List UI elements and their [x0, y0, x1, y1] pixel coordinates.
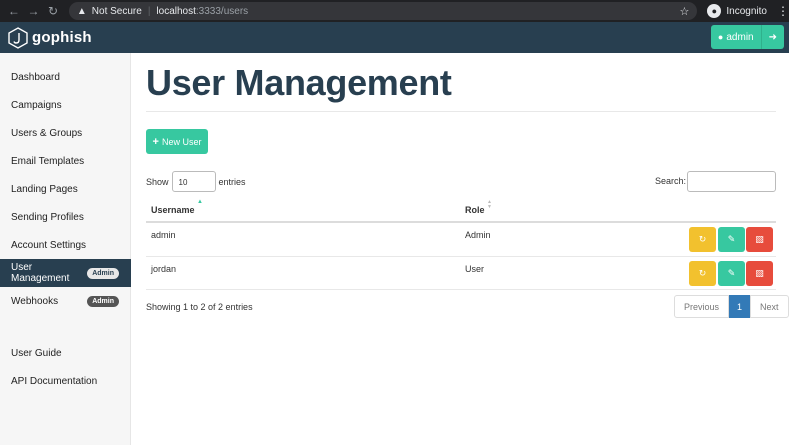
edit-user-button[interactable]: ✎ — [718, 261, 745, 286]
sidebar-item-label: Sending Profiles — [11, 211, 84, 223]
hexagon-logo-icon — [8, 26, 28, 49]
address-bar[interactable]: ▲ Not Secure | localhost :3333/users ☆ — [68, 2, 698, 20]
table-bottom-divider — [146, 289, 776, 290]
sidebar-item-account-settings[interactable]: Account Settings — [0, 231, 131, 259]
column-header-username[interactable]: Username — [151, 205, 195, 215]
sidebar-item-label: Dashboard — [11, 71, 60, 83]
admin-badge: Admin — [87, 267, 119, 279]
trash-icon: ▧ — [755, 268, 764, 278]
pencil-icon: ✎ — [727, 234, 736, 244]
sign-out-icon: ➜ — [768, 31, 777, 43]
table-row-divider — [146, 256, 776, 257]
browser-menu-icon[interactable]: ⋮ — [777, 4, 789, 18]
show-label: Show — [146, 176, 169, 187]
sidebar-item-api-documentation[interactable]: API Documentation — [0, 367, 131, 395]
plus-icon: + — [152, 135, 159, 148]
sidebar-item-label: User Guide — [11, 347, 62, 359]
sidebar-item-campaigns[interactable]: Campaigns — [0, 91, 131, 119]
pagination-page-1[interactable]: 1 — [729, 295, 751, 318]
column-header-role[interactable]: Role — [465, 205, 485, 215]
brand-name: gophish — [32, 29, 92, 46]
refresh-icon: ↻ — [698, 268, 707, 278]
sidebar-item-label: Email Templates — [11, 155, 85, 167]
delete-user-button[interactable]: ▧ — [746, 227, 773, 252]
search-input[interactable] — [687, 171, 776, 192]
search-label: Search: — [655, 176, 687, 186]
incognito-icon: ● — [707, 4, 722, 18]
sidebar-item-user-management[interactable]: User Management Admin — [0, 259, 131, 287]
logout-button[interactable]: ➜ — [761, 25, 784, 49]
pencil-icon: ✎ — [727, 268, 736, 278]
entries-label: entries — [218, 176, 246, 187]
sidebar-item-label: Campaigns — [11, 99, 62, 111]
warning-triangle-icon: ▲ — [76, 5, 87, 17]
sidebar-item-label: API Documentation — [11, 375, 98, 387]
previous-label: Previous — [684, 301, 720, 312]
sidebar-item-label: Landing Pages — [11, 183, 78, 195]
new-user-label: New User — [161, 136, 202, 147]
browser-toolbar: ← → ↻ ▲ Not Secure | localhost :3333/use… — [0, 0, 789, 22]
table-cell-role: User — [465, 264, 485, 274]
account-controls: ● admin ➜ — [710, 25, 784, 49]
sort-both-icon: ▲ ▼ — [487, 199, 492, 210]
entries-select[interactable]: 10 — [171, 171, 216, 192]
delete-user-button[interactable]: ▧ — [746, 261, 773, 286]
sidebar-item-dashboard[interactable]: Dashboard — [0, 63, 131, 91]
current-page-number: 1 — [737, 301, 743, 312]
user-icon: ● — [717, 32, 724, 42]
sidebar-item-email-templates[interactable]: Email Templates — [0, 147, 131, 175]
sidebar: Dashboard Campaigns Users & Groups Email… — [0, 53, 131, 445]
table-header-divider — [146, 221, 776, 223]
admin-badge: Admin — [87, 295, 119, 307]
page-title: User Management — [146, 62, 452, 103]
table-cell-username: admin — [151, 230, 176, 240]
incognito-label: Incognito — [726, 5, 767, 17]
entries-value: 10 — [178, 178, 188, 187]
security-status: Not Secure — [91, 5, 142, 17]
next-label: Next — [760, 301, 779, 312]
pagination-next-button[interactable]: Next — [750, 295, 789, 318]
reset-password-button[interactable]: ↻ — [689, 261, 716, 286]
entries-length-control: Show 10 entries — [146, 171, 246, 192]
pagination-previous-button[interactable]: Previous — [674, 295, 730, 318]
gophish-logo[interactable]: gophish — [8, 26, 92, 49]
sidebar-item-landing-pages[interactable]: Landing Pages — [0, 175, 131, 203]
account-button[interactable]: ● admin — [710, 25, 762, 49]
table-info: Showing 1 to 2 of 2 entries — [146, 302, 253, 312]
pagination: Previous 1 Next — [674, 295, 789, 318]
sidebar-item-label: User Management — [11, 262, 70, 284]
url-separator: | — [147, 5, 151, 17]
app-header: gophish ● admin ➜ — [0, 22, 789, 53]
reset-password-button[interactable]: ↻ — [689, 227, 716, 252]
sidebar-item-label: Users & Groups — [11, 127, 83, 139]
refresh-icon: ↻ — [698, 234, 707, 244]
sidebar-item-user-guide[interactable]: User Guide — [0, 339, 131, 367]
url-path: :3333/users — [195, 5, 249, 17]
reload-icon[interactable]: ↻ — [43, 0, 63, 22]
bookmark-star-icon[interactable]: ☆ — [680, 5, 690, 18]
new-user-button[interactable]: + New User — [146, 129, 208, 154]
table-cell-username: jordan — [151, 264, 177, 274]
edit-user-button[interactable]: ✎ — [718, 227, 745, 252]
sidebar-item-label: Account Settings — [11, 239, 87, 251]
forward-arrow-icon[interactable]: → — [24, 0, 44, 22]
account-username: admin — [726, 31, 754, 43]
sort-ascending-icon: ▲ — [197, 199, 203, 205]
sidebar-item-webhooks[interactable]: Webhooks Admin — [0, 287, 131, 315]
sidebar-item-label: Webhooks — [11, 295, 59, 307]
sidebar-item-users-groups[interactable]: Users & Groups — [0, 119, 131, 147]
sidebar-item-sending-profiles[interactable]: Sending Profiles — [0, 203, 131, 231]
back-arrow-icon[interactable]: ← — [4, 0, 24, 22]
title-divider — [146, 111, 776, 112]
url-host: localhost — [156, 5, 196, 17]
incognito-indicator[interactable]: ● Incognito — [707, 4, 767, 18]
trash-icon: ▧ — [755, 234, 764, 244]
table-cell-role: Admin — [465, 230, 491, 240]
